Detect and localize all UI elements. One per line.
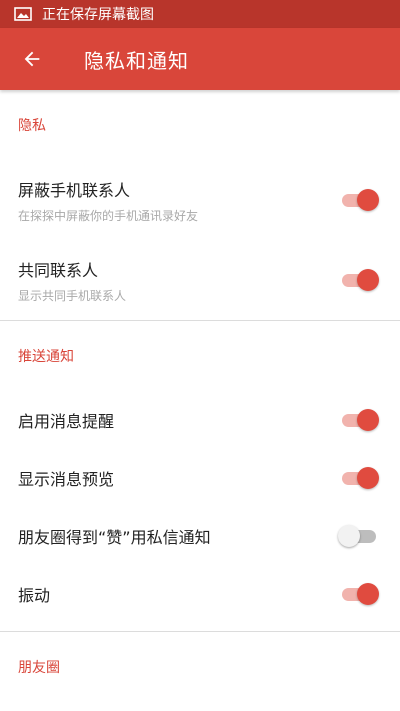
settings-list: 隐私 屏蔽手机联系人 在探探中屏蔽你的手机通讯录好友 共同联系人 显示共同手机联… xyxy=(0,90,400,702)
toggle-block-contacts[interactable] xyxy=(340,187,380,213)
toggle-like-notification[interactable] xyxy=(338,523,380,549)
status-bar: 正在保存屏幕截图 xyxy=(0,0,400,28)
setting-block-contacts[interactable]: 屏蔽手机联系人 在探探中屏蔽你的手机通讯录好友 xyxy=(0,160,400,240)
setting-title: 显示消息预览 xyxy=(18,470,115,489)
setting-title: 朋友圈得到“赞”用私信通知 xyxy=(18,528,211,547)
toggle-message-preview[interactable] xyxy=(340,465,380,491)
switch-thumb xyxy=(357,409,379,431)
back-button[interactable] xyxy=(4,28,60,90)
switch-thumb xyxy=(357,583,379,605)
setting-subtitle: 显示共同手机联系人 xyxy=(18,288,127,303)
switch-thumb xyxy=(357,467,379,489)
setting-vibration[interactable]: 振动 xyxy=(0,565,400,623)
toggle-vibration[interactable] xyxy=(340,581,380,607)
setting-title: 启用消息提醒 xyxy=(18,412,115,431)
status-text: 正在保存屏幕截图 xyxy=(42,7,154,23)
setting-subtitle: 在探探中屏蔽你的手机通讯录好友 xyxy=(18,208,199,223)
setting-message-alerts[interactable]: 启用消息提醒 xyxy=(0,391,400,449)
switch-thumb xyxy=(357,269,379,291)
image-icon xyxy=(14,7,32,21)
app-bar: 隐私和通知 xyxy=(0,28,400,90)
setting-title: 屏蔽手机联系人 xyxy=(18,180,131,200)
setting-message-preview[interactable]: 显示消息预览 xyxy=(0,449,400,507)
section-header-moments: 朋友圈 xyxy=(18,660,60,676)
setting-like-notification[interactable]: 朋友圈得到“赞”用私信通知 xyxy=(0,507,400,565)
setting-title: 振动 xyxy=(18,586,51,605)
arrow-left-icon xyxy=(24,51,40,67)
section-header-privacy: 隐私 xyxy=(18,118,46,134)
toggle-message-alerts[interactable] xyxy=(340,407,380,433)
setting-mutual-contacts[interactable]: 共同联系人 显示共同手机联系人 xyxy=(0,240,400,320)
setting-title: 共同联系人 xyxy=(18,260,99,280)
switch-thumb xyxy=(338,525,360,547)
switch-thumb xyxy=(357,189,379,211)
section-header-push: 推送通知 xyxy=(18,349,74,365)
toggle-mutual-contacts[interactable] xyxy=(340,267,380,293)
page-title: 隐私和通知 xyxy=(84,48,189,73)
